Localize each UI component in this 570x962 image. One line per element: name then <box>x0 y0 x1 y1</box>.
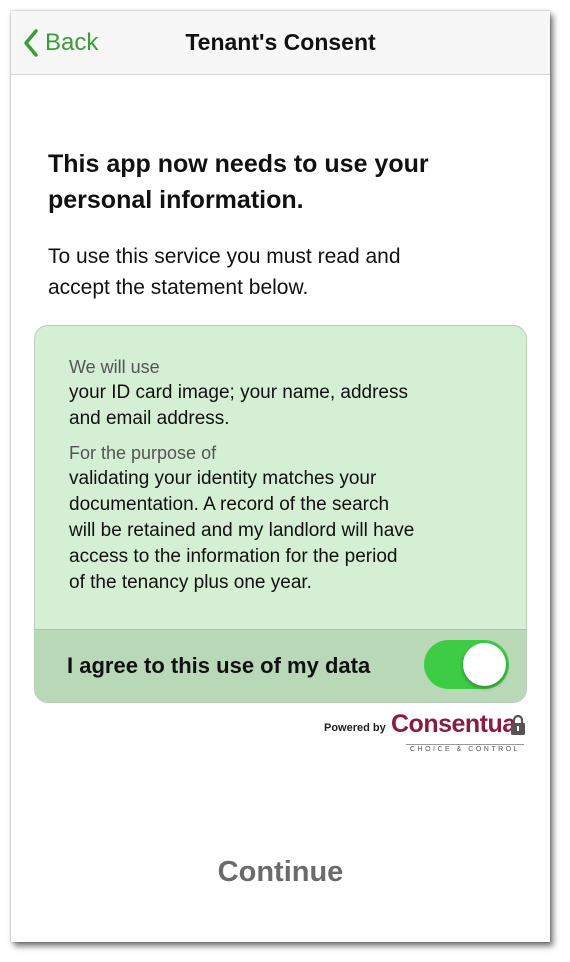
heading-line-1: This app now needs to use your <box>48 150 429 178</box>
purpose-line: documentation. A record of the search <box>69 494 390 515</box>
agree-toggle[interactable] <box>424 640 509 689</box>
consent-statement-body: We will use your ID card image; your nam… <box>69 354 509 596</box>
use-label: We will use <box>69 357 160 377</box>
purpose-line: will be retained and my landlord will ha… <box>69 520 415 541</box>
brand-logo-text: Consentua <box>391 710 516 738</box>
intro-text: To use this service you must read and ac… <box>48 241 518 303</box>
use-line: your ID card image; your name, address <box>69 382 408 403</box>
powered-by-branding: Powered by Consentua CHOICE & CONTROL <box>324 710 529 756</box>
purpose-line: validating your identity matches your <box>69 468 377 489</box>
page-title: Tenant's Consent <box>185 29 376 55</box>
intro-line-2: accept the statement below. <box>48 276 309 299</box>
consent-heading: This app now needs to use your personal … <box>48 146 518 218</box>
consent-statement-card: We will use your ID card image; your nam… <box>34 325 527 703</box>
continue-button[interactable]: Continue <box>11 856 550 889</box>
use-line: and email address. <box>69 408 230 429</box>
toggle-knob <box>463 643 506 686</box>
agree-row: I agree to this use of my data <box>35 629 526 702</box>
intro-line-1: To use this service you must read and <box>48 245 401 268</box>
brand-tagline: CHOICE & CONTROL <box>406 744 524 753</box>
lock-icon <box>511 714 525 735</box>
powered-by-label: Powered by <box>324 722 386 734</box>
phone-screen: Back Tenant's Consent This app now needs… <box>11 11 550 942</box>
purpose-line: of the tenancy plus one year. <box>69 572 312 593</box>
agree-label: I agree to this use of my data <box>67 653 371 678</box>
navigation-bar: Back Tenant's Consent <box>11 11 550 75</box>
heading-line-2: personal information. <box>48 186 304 214</box>
purpose-line: access to the information for the period <box>69 546 398 567</box>
purpose-label: For the purpose of <box>69 443 217 463</box>
